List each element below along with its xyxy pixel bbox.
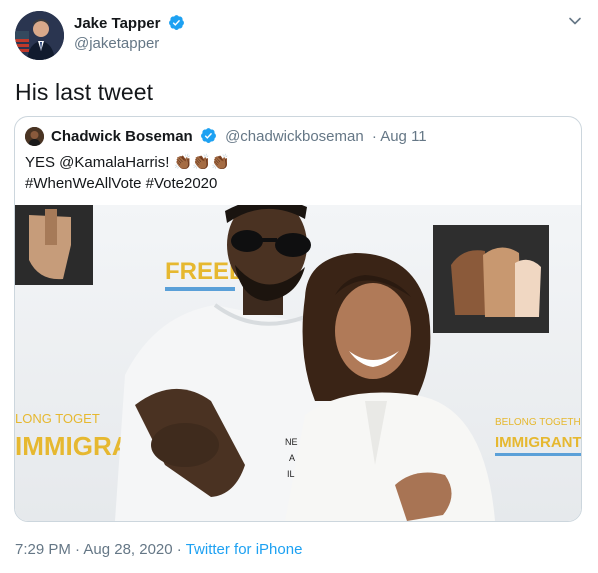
- quoted-tweet-text: YES @KamalaHarris! 👏🏾👏🏾👏🏾 #WhenWeAllVote…: [25, 152, 230, 194]
- meta-separator: ·: [172, 541, 186, 558]
- quoted-text-line-1: YES @KamalaHarris! 👏🏾👏🏾👏🏾: [25, 154, 230, 171]
- quoted-author-handle[interactable]: @chadwickboseman: [225, 128, 364, 145]
- quoted-date[interactable]: · Aug 11: [372, 128, 427, 145]
- tweet-source-link[interactable]: Twitter for iPhone: [186, 541, 303, 558]
- author-avatar[interactable]: [15, 11, 64, 60]
- verified-badge-icon: [200, 128, 216, 143]
- svg-text:A: A: [289, 453, 295, 463]
- author-name-row[interactable]: Jake Tapper: [74, 14, 185, 32]
- tweet-meta: 7:29 PM · Aug 28, 2020 · Twitter for iPh…: [15, 541, 302, 558]
- svg-text:IL: IL: [287, 469, 295, 479]
- quoted-author-avatar[interactable]: [25, 127, 44, 146]
- tweet-text: His last tweet: [15, 79, 154, 105]
- quoted-author-name[interactable]: Chadwick Boseman: [51, 128, 193, 145]
- banner-text-right-big: IMMIGRANTS!: [495, 434, 581, 451]
- avatar-image: [15, 11, 64, 60]
- tweet-menu-button[interactable]: [566, 12, 584, 30]
- quoted-author-row: Chadwick Boseman @chadwickboseman · Aug …: [51, 127, 427, 145]
- tweet-timestamp[interactable]: 7:29 PM · Aug 28, 2020: [15, 541, 173, 558]
- photo-image: FREED LONG TOGET IMMIGRANT BELONG TOGETH…: [15, 205, 581, 521]
- avatar-image: [25, 127, 44, 146]
- author-handle[interactable]: @jaketapper: [74, 35, 159, 52]
- quoted-text-line-2: #WhenWeAllVote #Vote2020: [25, 175, 218, 192]
- banner-text-left-mid: LONG TOGET: [15, 411, 100, 426]
- author-name[interactable]: Jake Tapper: [74, 15, 160, 32]
- verified-badge-icon: [168, 15, 184, 30]
- banner-text-right-top: BELONG TOGETHER: [495, 417, 581, 428]
- svg-text:NE: NE: [285, 437, 298, 447]
- chevron-down-icon: [569, 17, 581, 25]
- quoted-tweet-card[interactable]: Chadwick Boseman @chadwickboseman · Aug …: [14, 116, 582, 522]
- quoted-tweet-photo[interactable]: FREED LONG TOGET IMMIGRANT BELONG TOGETH…: [15, 205, 581, 521]
